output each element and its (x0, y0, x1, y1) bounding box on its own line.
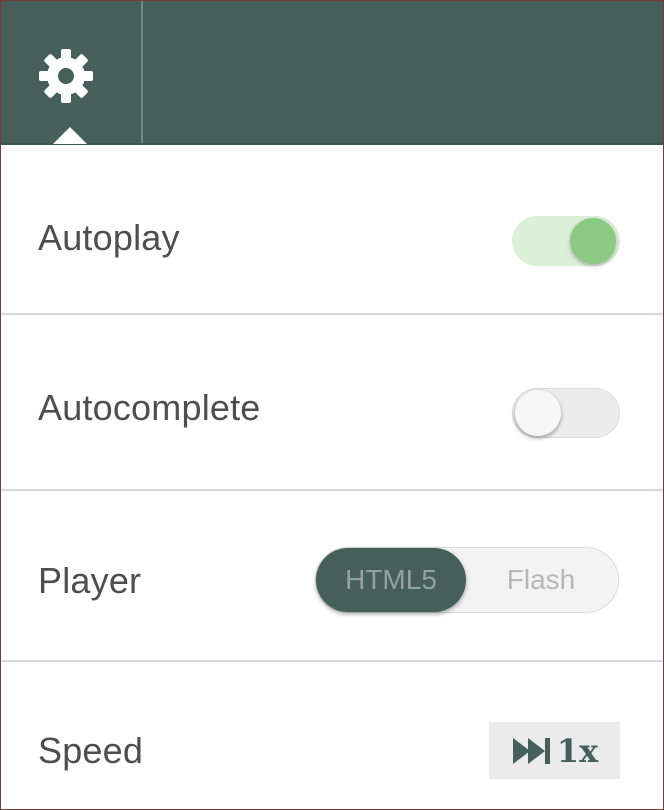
player-selector: HTML5 Flash (315, 547, 619, 613)
player-label: Player (38, 560, 142, 601)
settings-tab[interactable] (1, 1, 143, 144)
speed-button[interactable]: 1x (489, 722, 620, 779)
player-row: Player HTML5 Flash (1, 492, 663, 662)
speed-label: Speed (38, 730, 144, 771)
toggle-knob (570, 218, 616, 264)
speed-row: Speed 1x (1, 663, 663, 809)
autocomplete-toggle[interactable] (512, 388, 620, 438)
autocomplete-row: Autocomplete (1, 321, 663, 491)
autocomplete-label: Autocomplete (38, 387, 261, 428)
player-option-html5[interactable]: HTML5 (316, 548, 466, 612)
speed-value: 1x (556, 731, 599, 770)
player-option-flash[interactable]: Flash (466, 548, 616, 612)
active-tab-caret (53, 127, 87, 144)
autoplay-label: Autoplay (38, 217, 180, 258)
autoplay-toggle[interactable] (512, 216, 620, 266)
gear-icon (39, 49, 93, 103)
settings-panel: Autoplay Autocomplete Player HTML5 Flash… (0, 0, 664, 810)
toggle-knob (515, 390, 561, 436)
autoplay-row: Autoplay (1, 145, 663, 315)
fast-forward-icon (512, 737, 550, 764)
header-bar (1, 1, 663, 145)
